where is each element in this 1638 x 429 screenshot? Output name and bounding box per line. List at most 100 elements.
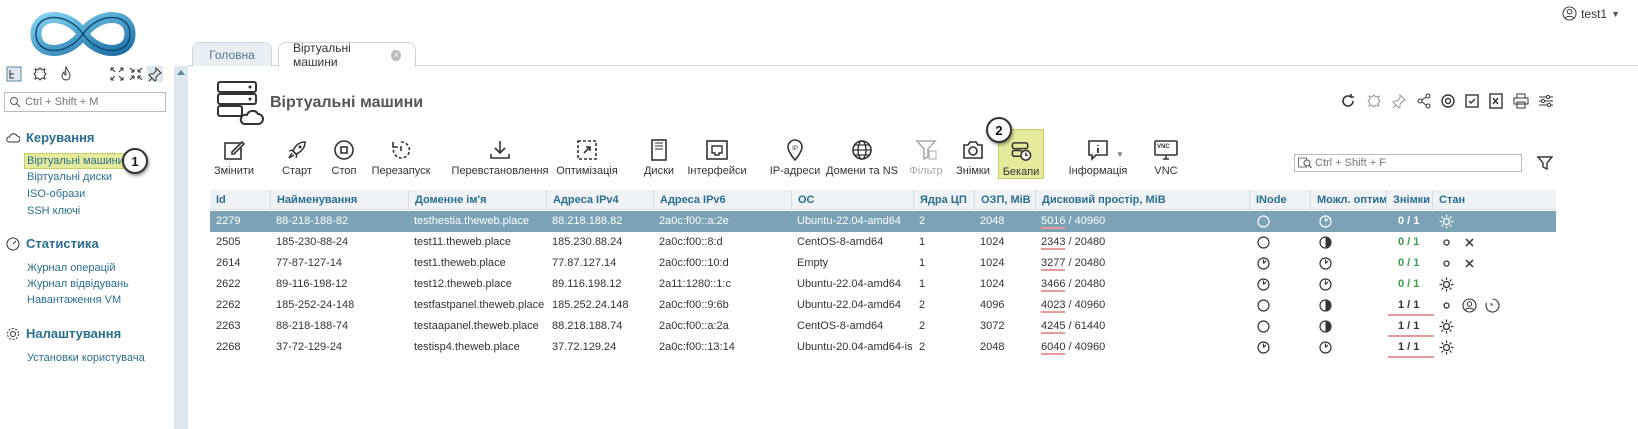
col-ipv4[interactable]: Адреса IPv4 [546,190,653,210]
cell-disk: 3277 / 20480 [1041,253,1241,274]
stop-button[interactable]: Стоп [328,138,360,180]
cell-id: 2614 [216,257,241,269]
sidebar-item-ssh-keys[interactable]: SSH ключі [27,205,80,217]
ip-addresses-button[interactable]: IP IP-адреси [769,138,821,180]
network-port-icon [706,140,728,160]
close-x-icon[interactable] [1462,256,1477,271]
domains-ns-button[interactable]: Домени та NS [826,138,898,180]
restart-button[interactable]: Перезапуск [372,138,430,180]
col-inode[interactable]: INode [1249,190,1310,210]
sidebar-item-operations-log[interactable]: Журнал операцій [27,262,116,274]
info-icon [1088,140,1108,161]
excel-export-icon[interactable] [1488,93,1506,111]
cell-name: 185-230-88-24 [276,236,349,248]
vnc-icon-text: VNC [1157,144,1170,150]
share-icon[interactable] [1416,93,1434,111]
table-row[interactable]: 2279 88-218-188-82 testhestia.theweb.place… [210,211,1556,232]
cell-ram: 1024 [980,236,1005,248]
cell-os: Ubuntu-22.04-amd64 [797,215,901,227]
section-statistics[interactable]: Статистика [6,236,99,251]
section-management[interactable]: Керування [6,130,95,145]
stopped-dot-icon [1443,239,1450,246]
collapse-arrow-icon[interactable] [177,70,185,75]
col-optimize[interactable]: Можл. оптимі [1310,190,1386,210]
stop-icon [334,140,354,160]
sidebar-item-virtual-disks[interactable]: Віртуальні диски [27,171,112,183]
reinstall-button[interactable]: Перевстановлення [452,138,548,180]
cell-ram: 1024 [980,278,1005,290]
settings-sliders-icon[interactable] [1538,93,1556,111]
pin-icon[interactable] [147,66,163,82]
disk-used: 2343 [1041,236,1066,250]
table-row[interactable]: 2262 185-252-24-148 testfastpanel.theweb.p… [210,295,1556,316]
edit-button[interactable]: Змінити [214,138,254,180]
col-state[interactable]: Стан [1432,190,1556,210]
expand-icon[interactable] [109,66,125,82]
sidebar-item-virtual-machines[interactable]: Віртуальні машини [24,153,127,169]
info-dropdown-icon[interactable]: ▼ [1116,150,1124,159]
target-icon[interactable] [1440,93,1458,111]
disks-button[interactable]: Диски [642,138,676,180]
user-menu[interactable]: test1 ▼ [1562,6,1620,21]
annotation-badge-1: 1 [122,148,148,174]
start-button[interactable]: Старт [278,138,316,180]
cell-name: 77-87-127-14 [276,257,343,269]
col-ram[interactable]: ОЗП, MiB [974,190,1035,210]
tab-home[interactable]: Головна [192,42,272,66]
table-row[interactable]: 2263 88-218-188-74 testaapanel.theweb.plac… [210,316,1556,337]
information-button[interactable]: Інформація [1064,138,1132,180]
stopped-dot-icon [1443,260,1450,267]
print-icon[interactable] [1513,93,1531,111]
col-name[interactable]: Найменування [270,190,408,210]
col-os[interactable]: ОС [791,190,913,210]
cell-ram: 2048 [980,215,1005,227]
col-id[interactable]: Id [210,190,270,210]
tab-virtual-machines[interactable]: Віртуальні машини × [278,41,416,69]
sidebar-search-input[interactable] [25,93,165,111]
col-ipv6[interactable]: Адреса IPv6 [653,190,791,210]
snapshots-button[interactable]: Знімки [956,138,990,180]
close-tab-icon[interactable]: × [391,49,401,61]
checklist-icon[interactable] [1464,93,1482,111]
table-row[interactable]: 2505 185-230-88-24 test11.theweb.place 185.… [210,232,1556,253]
grid-search[interactable] [1294,154,1522,172]
col-snapshots[interactable]: Знімки [1386,190,1432,210]
cell-cpu: 2 [919,341,926,353]
fire-icon[interactable] [58,66,74,82]
tree-view-icon[interactable] [6,66,22,82]
sidebar-item-user-settings[interactable]: Установки користувача [27,352,145,364]
running-sun-icon [1439,214,1454,229]
pin-icon[interactable] [1391,93,1409,111]
sidebar-item-iso-images[interactable]: ISO-образи [27,188,85,200]
logo-infinity-icon[interactable] [28,4,138,64]
col-cpu[interactable]: Ядра ЦП [913,190,974,210]
cell-ipv4: 185.230.88.24 [552,236,623,248]
refresh-icon[interactable] [1340,93,1358,111]
cell-domain: testhestia.theweb.place [414,215,529,227]
puzzle-icon[interactable] [1366,93,1384,111]
section-settings[interactable]: Налаштування [6,326,121,341]
table-row[interactable]: 2622 89-116-198-12 test12.theweb.place 89.1… [210,274,1556,295]
puzzle-icon[interactable] [32,66,48,82]
col-domain[interactable]: Доменне ім'я [408,190,546,210]
disk-total: / 40960 [1065,341,1106,353]
funnel-filter-icon[interactable] [1537,155,1553,171]
interfaces-button[interactable]: Інтерфейси [687,138,747,180]
table-search-icon [1298,157,1312,169]
sidebar-search[interactable] [4,92,166,112]
grid-search-input[interactable] [1315,156,1515,170]
col-disk[interactable]: Дисковий простір, MiB [1035,190,1249,210]
running-sun-icon [1439,277,1454,292]
optimize-button[interactable]: Оптимізація [556,138,618,180]
filter-funnel-icon [915,140,937,161]
sidebar-item-vm-load[interactable]: Навантаження VM [27,294,121,306]
collapse-icon[interactable] [128,66,144,82]
sidebar-item-visits-log[interactable]: Журнал відвідувань [27,278,129,290]
cell-ipv6: 2a11:1280::1:c [659,278,731,290]
table-row[interactable]: 2268 37-72-129-24 testisp4.theweb.place 37.… [210,337,1556,358]
filter-button[interactable]: Фільтр [908,138,944,180]
sidebar-splitter[interactable] [174,66,188,429]
close-x-icon[interactable] [1462,235,1477,250]
disk-icon [651,139,667,161]
table-row[interactable]: 2614 77-87-127-14 test1.theweb.place 77.87.… [210,253,1556,274]
